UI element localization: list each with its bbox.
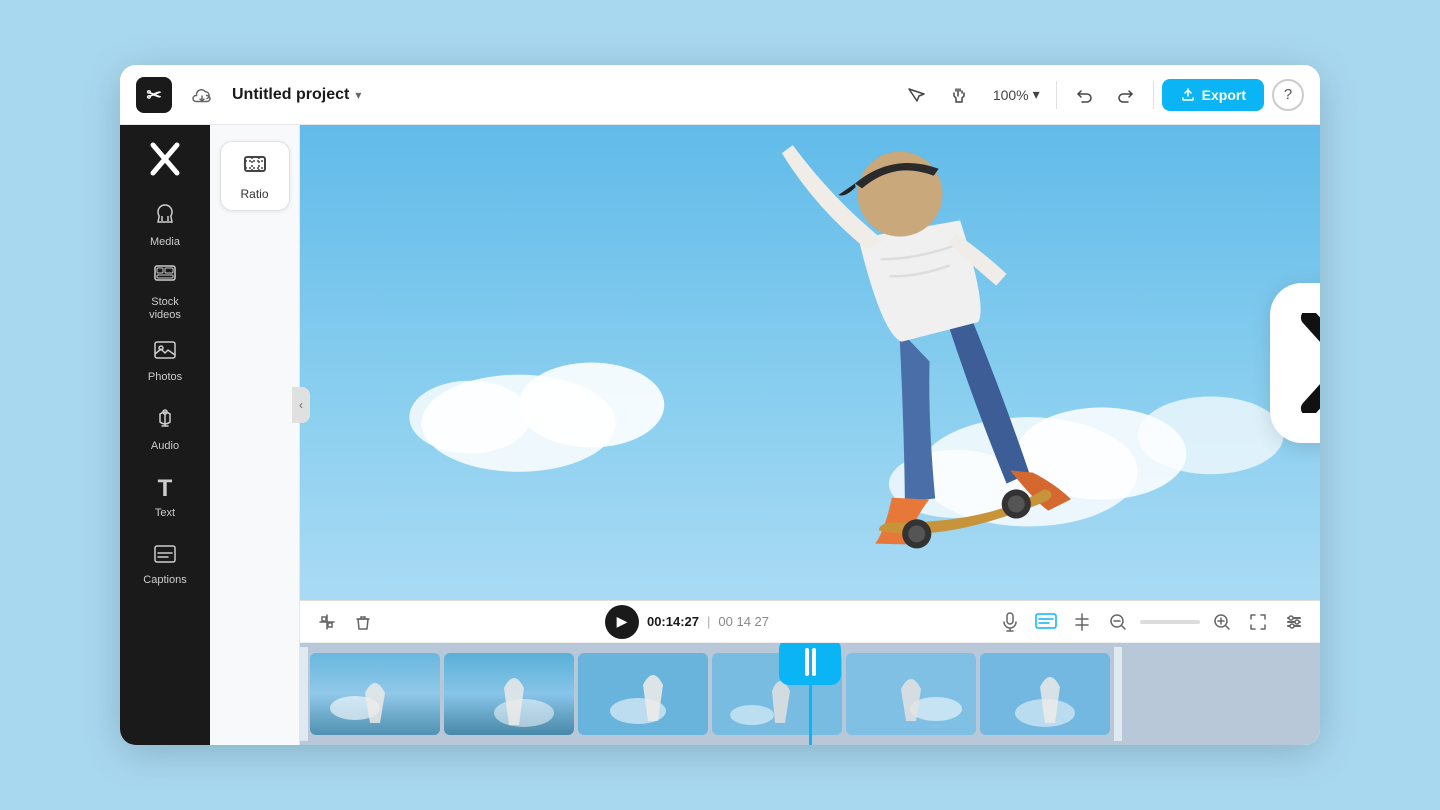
text-icon: T [158, 475, 173, 503]
mic-button[interactable] [996, 608, 1024, 636]
capcut-logo-svg [1295, 313, 1320, 413]
delete-tool-button[interactable] [348, 607, 378, 637]
timeline-controls: ▶ 00:14:27 | 00 14 27 [300, 601, 1320, 643]
film-frame-6 [980, 653, 1110, 735]
sidebar: Media Stockvideos [120, 125, 210, 745]
total-time: 00 14 27 [718, 614, 769, 629]
project-title: Untitled project [232, 86, 349, 104]
playhead-bars [805, 648, 816, 676]
timeline-settings-button[interactable] [1280, 608, 1308, 636]
header-divider-2 [1153, 81, 1154, 109]
svg-text:✂: ✂ [146, 85, 161, 105]
zoom-slider-track[interactable] [1140, 620, 1200, 624]
film-frame-3 [578, 653, 708, 735]
app-window: ✂ Untitled project ▾ [120, 65, 1320, 745]
playhead-line [809, 685, 812, 745]
zoom-selector[interactable]: 100% ▾ [985, 82, 1048, 107]
project-name-area[interactable]: Untitled project ▾ [232, 86, 361, 104]
audio-icon [154, 406, 176, 436]
redo-button[interactable] [1109, 77, 1145, 113]
current-time: 00:14:27 [647, 614, 699, 629]
select-tool-button[interactable] [897, 77, 933, 113]
film-frame-5 [846, 653, 976, 735]
sidebar-item-audio[interactable]: Audio [129, 397, 201, 461]
app-logo-header: ✂ [136, 77, 172, 113]
scene-svg [300, 125, 1320, 600]
cloud-save-button[interactable] [184, 77, 220, 113]
trim-tool-button[interactable] [312, 607, 342, 637]
filmstrip-track [300, 647, 1320, 741]
header-divider [1056, 81, 1057, 109]
play-button[interactable]: ▶ [605, 605, 639, 639]
captions-icon [153, 544, 177, 570]
timeline-area: ▶ 00:14:27 | 00 14 27 [300, 600, 1320, 745]
undo-button[interactable] [1065, 77, 1101, 113]
video-frame [300, 125, 1320, 600]
capcut-logo [1270, 283, 1320, 443]
playhead-bar-right [812, 648, 816, 676]
playhead[interactable] [779, 643, 841, 745]
sidebar-logo [143, 137, 187, 181]
photos-icon [153, 339, 177, 367]
frame-svg-6 [980, 653, 1110, 735]
stock-videos-label: Stockvideos [149, 296, 181, 322]
photos-label: Photos [148, 371, 182, 383]
film-frame-2 [444, 653, 574, 735]
zoom-out-button[interactable] [1104, 608, 1132, 636]
playhead-head [779, 643, 841, 685]
frame-svg-1 [310, 653, 440, 735]
media-icon [153, 202, 177, 232]
playhead-bar-left [805, 648, 809, 676]
timeline-right-tools [996, 608, 1308, 636]
zoom-slider [1140, 620, 1200, 624]
timeline-center: ▶ 00:14:27 | 00 14 27 [388, 605, 986, 639]
main-content: Media Stockvideos [120, 125, 1320, 745]
sidebar-item-captions[interactable]: Captions [129, 533, 201, 597]
audio-label: Audio [151, 440, 179, 452]
zoom-level: 100% [993, 87, 1029, 103]
timeline-left-tools [312, 607, 378, 637]
frame-svg-2 [444, 653, 574, 735]
help-button[interactable]: ? [1272, 79, 1304, 111]
text-label: Text [155, 507, 175, 519]
tools-panel: Ratio [210, 125, 300, 745]
project-chevron-icon: ▾ [355, 88, 361, 102]
frame-svg-3 [578, 653, 708, 735]
ratio-button[interactable]: Ratio [220, 141, 290, 211]
track-left-edge [300, 647, 308, 741]
help-icon: ? [1284, 86, 1292, 103]
hand-tool-button[interactable] [941, 77, 977, 113]
ratio-label: Ratio [240, 187, 268, 201]
zoom-chevron-icon: ▾ [1033, 86, 1040, 103]
header: ✂ Untitled project ▾ [120, 65, 1320, 125]
fit-screen-button[interactable] [1244, 608, 1272, 636]
caption-button[interactable] [1032, 608, 1060, 636]
filmstrip[interactable] [300, 643, 1320, 745]
time-separator: | [707, 614, 710, 629]
export-button[interactable]: Export [1162, 79, 1264, 111]
sidebar-item-photos[interactable]: Photos [129, 329, 201, 393]
frame-svg-5 [846, 653, 976, 735]
ratio-icon [242, 151, 268, 183]
split-button[interactable] [1068, 608, 1096, 636]
stock-videos-icon [153, 264, 177, 292]
film-frame-1 [310, 653, 440, 735]
track-right-edge [1114, 647, 1122, 741]
sidebar-item-text[interactable]: T Text [129, 465, 201, 529]
export-label: Export [1202, 87, 1246, 103]
sidebar-item-stock-videos[interactable]: Stockvideos [129, 261, 201, 325]
header-tools: 100% ▾ [897, 77, 1304, 113]
captions-label: Captions [143, 574, 186, 586]
media-label: Media [150, 236, 180, 248]
zoom-in-button[interactable] [1208, 608, 1236, 636]
panel-collapse-button[interactable]: ‹ [292, 387, 310, 423]
video-preview[interactable] [300, 125, 1320, 600]
sidebar-item-media[interactable]: Media [129, 193, 201, 257]
canvas-area: ▶ 00:14:27 | 00 14 27 [300, 125, 1320, 745]
